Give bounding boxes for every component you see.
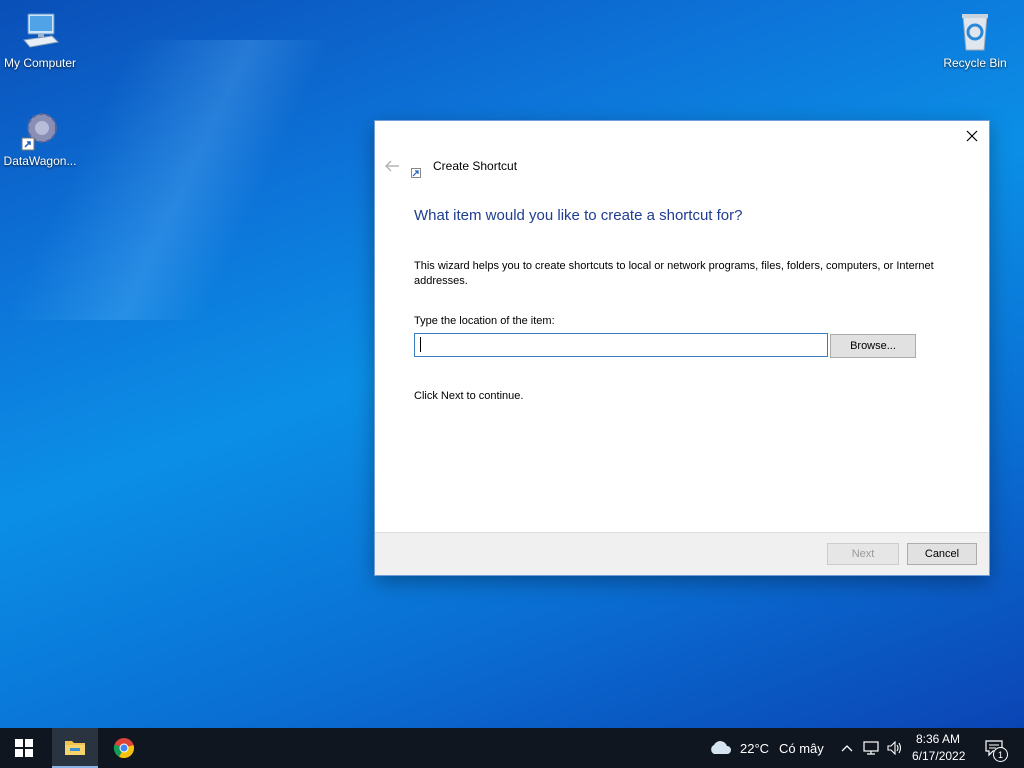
- computer-icon: [18, 10, 62, 54]
- taskbar: 22°C Có mây 8:36 AM 6/17/2022 1: [0, 728, 1024, 768]
- start-button[interactable]: [0, 728, 48, 768]
- location-input[interactable]: [414, 333, 828, 357]
- create-shortcut-dialog: Create Shortcut What item would you like…: [375, 121, 989, 575]
- desktop: My Computer DataWagon... Recycle Bin Cre…: [0, 0, 1024, 728]
- chrome-icon: [113, 738, 134, 759]
- desktop-icon-my-computer[interactable]: My Computer: [0, 10, 80, 70]
- shortcut-icon: [411, 165, 421, 178]
- location-label: Type the location of the item:: [414, 315, 555, 327]
- notification-badge: 1: [993, 747, 1008, 762]
- clock-date[interactable]: 6/17/2022: [912, 749, 965, 763]
- chevron-up-icon[interactable]: [838, 728, 856, 768]
- desktop-icon-label: Recycle Bin: [943, 56, 1007, 70]
- chrome-button[interactable]: [102, 728, 146, 768]
- dialog-footer: Next Cancel: [375, 532, 989, 575]
- text-caret: [420, 337, 421, 352]
- weather-cloud-icon[interactable]: [706, 728, 734, 768]
- browse-button[interactable]: Browse...: [830, 334, 916, 358]
- file-explorer-button[interactable]: [52, 728, 98, 768]
- gear-shortcut-icon: [18, 108, 62, 152]
- back-arrow-icon[interactable]: [383, 158, 401, 174]
- windows-logo-icon: [15, 739, 33, 757]
- volume-icon[interactable]: [884, 728, 906, 768]
- close-button[interactable]: [959, 125, 985, 147]
- recycle-bin-icon: [953, 10, 997, 54]
- weather-temperature[interactable]: 22°C: [740, 741, 769, 756]
- notifications-button[interactable]: 1: [978, 728, 1010, 768]
- desktop-icon-label: My Computer: [3, 56, 77, 70]
- dialog-title: Create Shortcut: [433, 159, 518, 173]
- continue-hint: Click Next to continue.: [414, 390, 524, 402]
- cancel-button[interactable]: Cancel: [907, 543, 977, 565]
- desktop-icon-recycle-bin[interactable]: Recycle Bin: [935, 10, 1015, 70]
- clock-time[interactable]: 8:36 AM: [916, 732, 960, 746]
- close-icon: [966, 130, 978, 142]
- network-icon[interactable]: [860, 728, 882, 768]
- folder-icon: [65, 741, 85, 755]
- desktop-icon-label: DataWagon...: [3, 154, 77, 168]
- dialog-description: This wizard helps you to create shortcut…: [414, 260, 934, 287]
- weather-condition[interactable]: Có mây: [779, 741, 824, 756]
- desktop-icon-datawagon[interactable]: DataWagon...: [0, 108, 80, 168]
- next-button[interactable]: Next: [827, 543, 899, 565]
- dialog-heading: What item would you like to create a sho…: [414, 207, 743, 224]
